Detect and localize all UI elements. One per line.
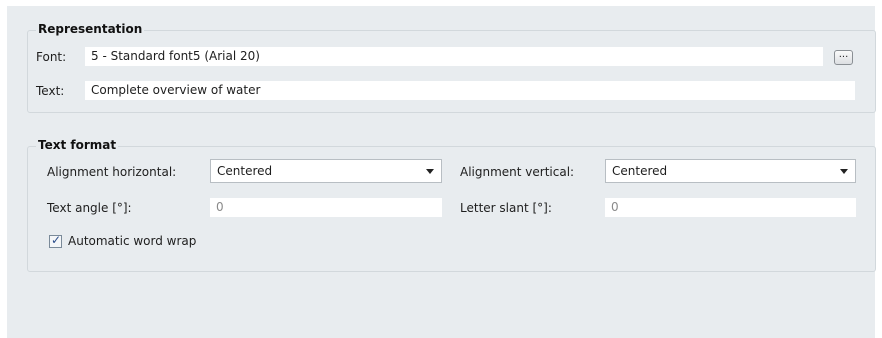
alignment-horizontal-label: Alignment horizontal:	[47, 165, 177, 179]
word-wrap-checkbox[interactable]: ✓	[49, 233, 62, 248]
text-angle-input[interactable]: 0	[210, 198, 442, 217]
word-wrap-label[interactable]: Automatic word wrap	[68, 234, 196, 248]
representation-group	[27, 30, 876, 113]
alignment-vertical-select[interactable]: Centered	[605, 159, 856, 183]
text-input[interactable]: Complete overview of water	[85, 81, 855, 100]
alignment-vertical-label: Alignment vertical:	[460, 165, 575, 179]
alignment-vertical-value: Centered	[612, 164, 668, 178]
checkmark-icon: ✓	[51, 233, 62, 247]
font-field[interactable]: 5 - Standard font5 (Arial 20)	[85, 47, 823, 66]
representation-title: Representation	[36, 22, 145, 36]
letter-slant-label: Letter slant [°]:	[460, 201, 552, 215]
alignment-horizontal-value: Centered	[217, 164, 273, 178]
text-label: Text:	[36, 84, 65, 98]
letter-slant-input[interactable]: 0	[605, 198, 856, 217]
text-angle-label: Text angle [°]:	[47, 201, 132, 215]
alignment-horizontal-select[interactable]: Centered	[210, 159, 442, 183]
text-format-title: Text format	[36, 138, 119, 152]
chevron-down-icon	[426, 169, 434, 174]
font-browse-button[interactable]: ...	[834, 50, 853, 65]
chevron-down-icon	[840, 169, 848, 174]
font-label: Font:	[36, 50, 67, 64]
